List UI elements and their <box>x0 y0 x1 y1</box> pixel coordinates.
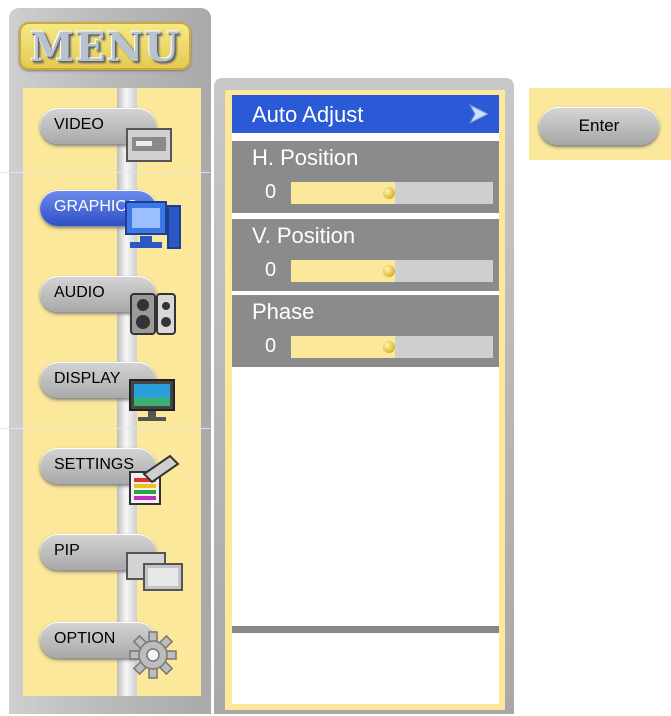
menu-item-label: OPTION <box>54 630 116 647</box>
slider-knob[interactable] <box>383 265 395 277</box>
v-position-row[interactable]: V. Position 0 <box>232 219 499 291</box>
settings-palette-icon <box>129 454 180 505</box>
phase-slider[interactable] <box>291 336 493 358</box>
speaker-icon <box>130 293 176 335</box>
menu-item-label: VIDEO <box>54 116 104 133</box>
phase-label: Phase <box>252 299 315 324</box>
h-position-row[interactable]: H. Position 0 <box>232 141 499 213</box>
menu-divider <box>0 428 210 429</box>
slider-fill <box>291 182 395 204</box>
h-position-slider[interactable] <box>291 182 493 204</box>
picture-in-picture-icon <box>126 552 183 591</box>
menu-divider <box>0 172 210 173</box>
slider-knob[interactable] <box>383 187 395 199</box>
slider-knob[interactable] <box>383 341 395 353</box>
menu-title: MENU <box>19 22 191 71</box>
v-position-label: V. Position <box>252 223 356 248</box>
menu-item-label: AUDIO <box>54 284 105 301</box>
h-position-label: H. Position <box>252 145 359 170</box>
v-position-value: 0 <box>265 259 277 281</box>
menu-item-label: DISPLAY <box>54 370 121 387</box>
enter-button-label: Enter <box>578 116 620 135</box>
phase-value: 0 <box>265 335 277 357</box>
menu-item-label: PIP <box>54 542 80 559</box>
display-monitor-icon <box>129 379 175 421</box>
auto-adjust-label: Auto Adjust <box>252 102 364 127</box>
computer-monitor-icon <box>125 201 181 249</box>
content-divider <box>232 626 499 633</box>
gear-icon <box>129 631 177 679</box>
play-arrow-icon <box>468 103 490 125</box>
auto-adjust-row[interactable]: Auto Adjust <box>232 95 499 133</box>
video-panel-icon <box>126 128 172 162</box>
slider-fill <box>291 260 395 282</box>
h-position-value: 0 <box>265 181 277 203</box>
menu-item-label: SETTINGS <box>54 456 135 473</box>
phase-row[interactable]: Phase 0 <box>232 295 499 367</box>
status-box <box>232 638 499 698</box>
v-position-slider[interactable] <box>291 260 493 282</box>
menu-title-text: MENU <box>29 24 181 71</box>
slider-fill <box>291 336 395 358</box>
enter-button[interactable]: Enter <box>539 107 659 145</box>
